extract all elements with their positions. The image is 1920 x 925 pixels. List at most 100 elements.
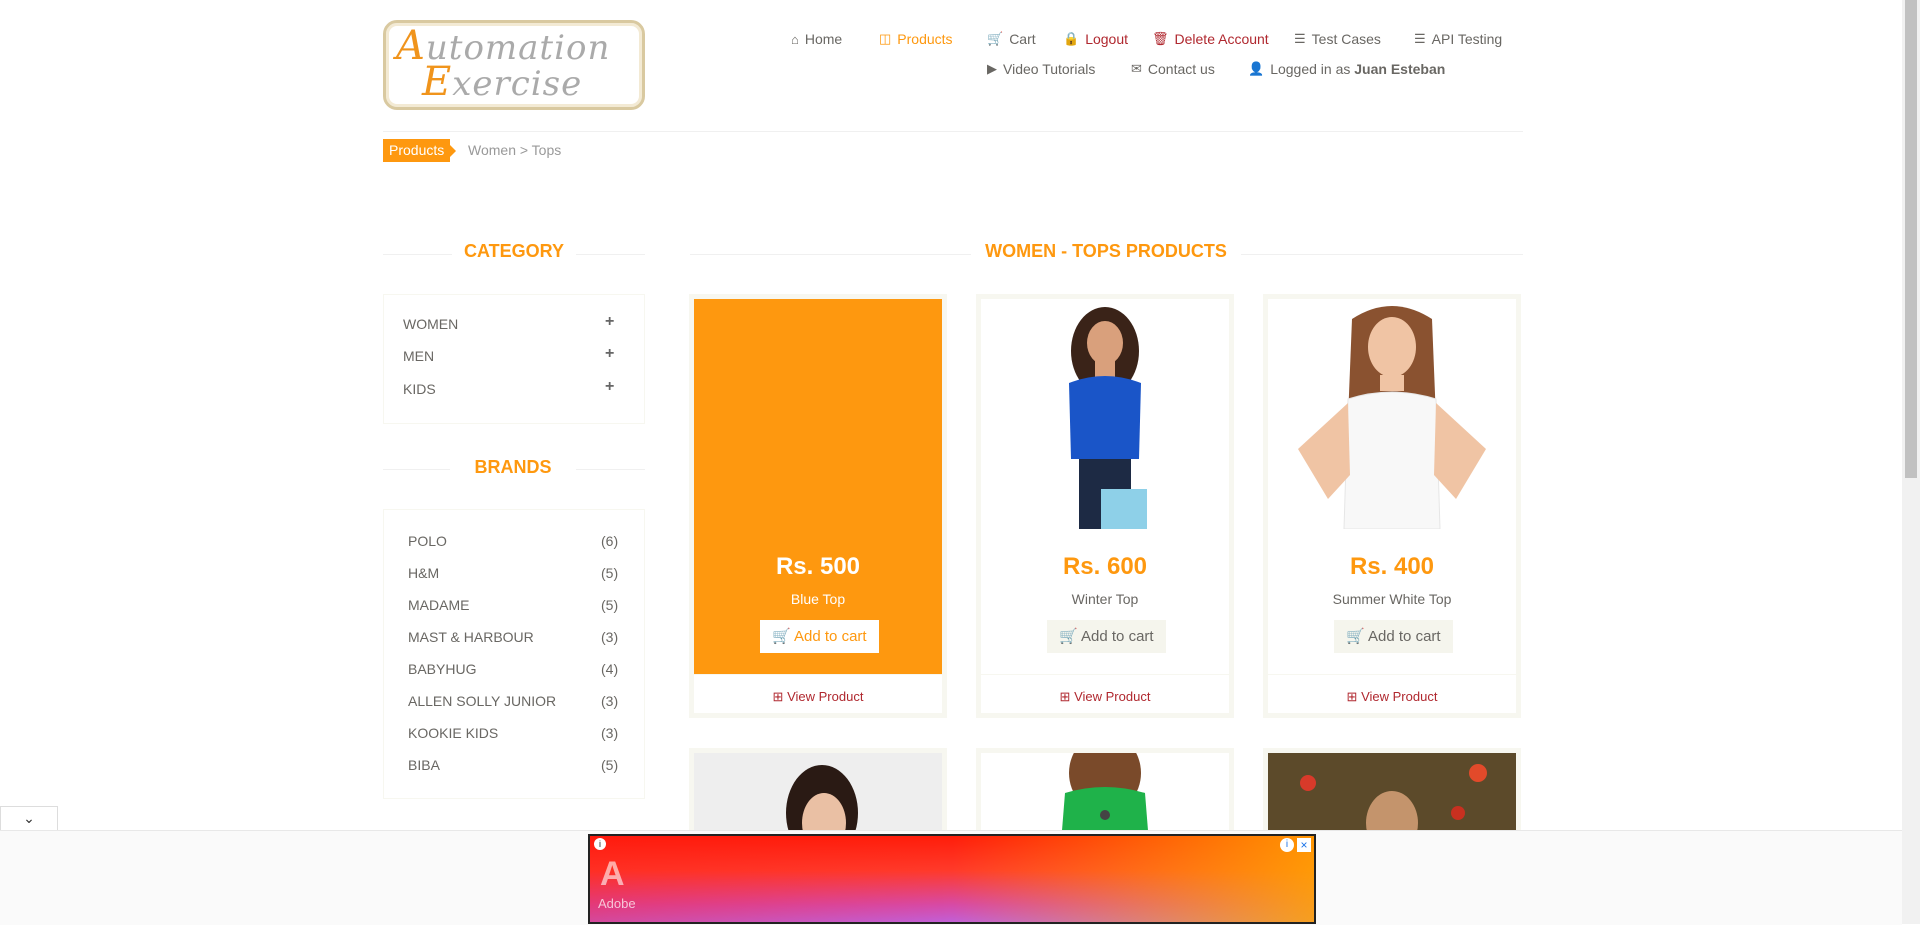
- youtube-icon: ▶: [987, 61, 997, 76]
- product-image: [981, 299, 1229, 529]
- scrollbar-thumb[interactable]: [1905, 0, 1917, 478]
- nav-label: Home: [804, 31, 843, 47]
- cart-icon: 🛒: [987, 31, 1004, 46]
- view-product-label: View Product: [787, 689, 864, 704]
- add-to-cart-label: Add to cart: [794, 628, 867, 645]
- cart-icon: 🛒: [772, 628, 791, 645]
- product-card: Rs. 400 Summer White Top 🛒 Add to cart ⊞…: [1263, 294, 1521, 718]
- brand-madame[interactable]: MADAME: [408, 597, 469, 613]
- nav-label: Video Tutorials: [1003, 61, 1096, 77]
- view-product-label: View Product: [1361, 689, 1438, 704]
- product-price: Rs. 400: [1349, 553, 1435, 580]
- brand-count: (3): [601, 725, 619, 741]
- card-divider: [981, 674, 1229, 675]
- nav-label: Delete Account: [1174, 31, 1269, 47]
- brand-hm[interactable]: H&M: [408, 565, 439, 581]
- collapse-ad-button[interactable]: ⌄: [0, 806, 58, 830]
- brands-panel: POLO (6) H&M (5) MADAME (5) MAST & HARBO…: [383, 509, 645, 799]
- logo-text: E: [422, 59, 453, 105]
- info-icon[interactable]: i: [1280, 838, 1294, 852]
- view-product-label: View Product: [1074, 689, 1151, 704]
- category-title: CATEGORY: [463, 241, 564, 261]
- product-name: Summer White Top: [1332, 591, 1452, 607]
- product-card: [689, 748, 947, 838]
- logged-in-user: Juan Esteban: [1354, 61, 1446, 77]
- add-to-cart-button[interactable]: 🛒 Add to cart: [760, 620, 879, 653]
- close-icon[interactable]: ×: [1297, 838, 1311, 852]
- cart-icon: 🛒: [1346, 628, 1365, 645]
- brand-biba[interactable]: BIBA: [408, 757, 440, 773]
- product-price: Rs. 500: [775, 553, 861, 580]
- brand-mast-harbour[interactable]: MAST & HARBOUR: [408, 629, 534, 645]
- brand-count: (5): [601, 597, 619, 613]
- trash-icon: 🗑: [1152, 31, 1169, 46]
- nav-api-testing[interactable]: ☰ API Testing: [1414, 31, 1502, 47]
- nav-test-cases[interactable]: ☰ Test Cases: [1294, 31, 1381, 47]
- view-product-link[interactable]: ⊞ View Product: [694, 689, 942, 705]
- card-divider: [1268, 674, 1516, 675]
- nav-label: API Testing: [1431, 31, 1503, 47]
- brand-babyhug[interactable]: BABYHUG: [408, 661, 476, 677]
- category-panel: WOMEN + MEN + KIDS +: [383, 294, 645, 424]
- ad-choices-icon[interactable]: i: [594, 838, 606, 850]
- breadcrumb-badge-label: Products: [389, 142, 445, 158]
- plus-square-icon: ⊞: [1346, 689, 1358, 704]
- nav-products[interactable]: ◫ Products: [879, 31, 953, 47]
- nav-video-tutorials[interactable]: ▶ Video Tutorials: [987, 61, 1095, 77]
- view-product-link[interactable]: ⊞ View Product: [981, 689, 1229, 705]
- header-divider: [383, 131, 1523, 132]
- product-image: [1268, 753, 1516, 833]
- nav-logged-in: 👤 Logged in as Juan Esteban: [1248, 61, 1445, 77]
- brand-polo[interactable]: POLO: [408, 533, 447, 549]
- ad-gradient: [590, 836, 1314, 922]
- adobe-logo-icon: A: [600, 855, 625, 893]
- brands-title-wrap: BRANDS: [450, 457, 576, 478]
- logo-text: utomation: [425, 28, 611, 68]
- nav-home[interactable]: ⌂ Home: [791, 31, 842, 47]
- nav-delete-account[interactable]: 🗑 Delete Account: [1152, 31, 1269, 47]
- add-to-cart-label: Add to cart: [1368, 628, 1441, 645]
- cart-icon: 🛒: [1059, 628, 1078, 645]
- product-name: Blue Top: [790, 591, 846, 607]
- brands-title: BRANDS: [474, 457, 552, 477]
- lock-icon: 🔒: [1063, 31, 1080, 46]
- ad-banner[interactable]: i A Adobe i ×: [588, 834, 1316, 924]
- nav-label: Logout: [1085, 31, 1129, 47]
- product-image: [1268, 299, 1516, 529]
- brand-count: (6): [601, 533, 619, 549]
- plus-icon[interactable]: +: [605, 378, 614, 396]
- breadcrumb-products[interactable]: Products: [383, 139, 457, 162]
- plus-square-icon: ⊞: [772, 689, 784, 704]
- products-title: WOMEN - TOPS PRODUCTS: [985, 241, 1227, 261]
- category-women[interactable]: WOMEN: [403, 316, 458, 332]
- product-image: [694, 753, 942, 833]
- plus-square-icon: ⊞: [1059, 689, 1071, 704]
- brand-count: (3): [601, 693, 619, 709]
- product-price: Rs. 600: [1062, 553, 1148, 580]
- plus-icon[interactable]: +: [605, 313, 614, 331]
- add-to-cart-button[interactable]: 🛒 Add to cart: [1047, 620, 1166, 653]
- product-card: Rs. 500 Blue Top 🛒 Add to cart ⊞ View Pr…: [689, 294, 947, 718]
- site-logo[interactable]: Automation Exercise: [383, 20, 645, 110]
- nav-label: Contact us: [1147, 61, 1215, 77]
- nav-cart[interactable]: 🛒 Cart: [987, 31, 1036, 47]
- brand-count: (5): [601, 757, 619, 773]
- logo-text: xercise: [452, 64, 583, 104]
- brand-kookie-kids[interactable]: KOOKIE KIDS: [408, 725, 498, 741]
- nav-logout[interactable]: 🔒 Logout: [1063, 31, 1128, 47]
- product-card: Rs. 600 Winter Top 🛒 Add to cart ⊞ View …: [976, 294, 1234, 718]
- products-icon: ◫: [879, 31, 892, 46]
- nav-contact-us[interactable]: ✉ Contact us: [1131, 61, 1215, 77]
- add-to-cart-label: Add to cart: [1081, 628, 1154, 645]
- product-card: [1263, 748, 1521, 838]
- brand-allen-solly-junior[interactable]: ALLEN SOLLY JUNIOR: [408, 693, 556, 709]
- add-to-cart-button[interactable]: 🛒 Add to cart: [1334, 620, 1453, 653]
- view-product-link[interactable]: ⊞ View Product: [1268, 689, 1516, 705]
- plus-icon[interactable]: +: [605, 345, 614, 363]
- brand-count: (3): [601, 629, 619, 645]
- logged-in-label: Logged in as: [1270, 61, 1351, 77]
- category-men[interactable]: MEN: [403, 348, 434, 364]
- category-kids[interactable]: KIDS: [403, 381, 436, 397]
- chevron-down-icon: ⌄: [23, 810, 35, 826]
- list-icon: ☰: [1414, 31, 1426, 46]
